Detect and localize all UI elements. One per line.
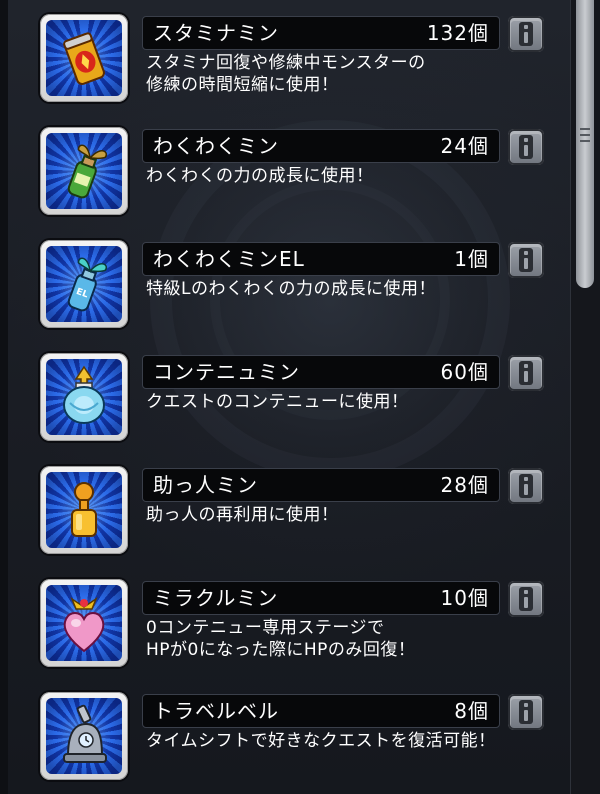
item-description: 助っ人の再利用に使用！ [146, 505, 339, 525]
item-icon-frame[interactable] [40, 466, 128, 554]
scrollbar-grip [580, 134, 590, 136]
item-name-bar: コンテニュミン 60個 [142, 355, 500, 389]
item-name-bar: わくわくミンEL 1個 [142, 242, 500, 276]
info-i-icon [519, 587, 533, 611]
item-icon-frame[interactable] [40, 579, 128, 667]
scrollbar-grip [580, 140, 590, 142]
pink-heart-bottle-icon [63, 597, 105, 653]
item-name: スタミナミン [153, 21, 279, 45]
info-button[interactable] [508, 16, 544, 52]
info-button[interactable] [508, 468, 544, 504]
item-description: タイムシフトで好きなクエストを復活可能！ [146, 731, 496, 751]
info-button[interactable] [508, 694, 544, 730]
list-item[interactable]: わくわくミン 24個 わくわくの力の成長に使用！ [0, 125, 560, 225]
item-description: 0コンテニュー専用ステージで HPが0になった際にHPのみ回復！ [146, 618, 416, 660]
item-name-bar: 助っ人ミン 28個 [142, 468, 500, 502]
info-button[interactable] [508, 581, 544, 617]
item-count: 8個 [454, 699, 489, 723]
helper-bottle-icon [71, 482, 97, 537]
item-name: トラベルベル [153, 699, 279, 723]
item-icon-frame[interactable] [40, 127, 128, 215]
list-item[interactable]: コンテニュミン 60個 クエストのコンテニューに使用！ [0, 351, 560, 451]
item-icon-frame[interactable] [40, 14, 128, 102]
scrollbar-grip [580, 128, 590, 130]
list-item[interactable]: トラベルベル 8個 タイムシフトで好きなクエストを復活可能！ [0, 690, 560, 790]
info-i-icon [519, 22, 533, 46]
item-description: スタミナ回復や修練中モンスターの 修練の時間短縮に使用！ [146, 53, 426, 95]
item-description: クエストのコンテニューに使用！ [146, 392, 409, 412]
item-name: 助っ人ミン [153, 473, 258, 497]
item-name: わくわくミンEL [153, 247, 305, 271]
item-count: 132個 [426, 21, 489, 45]
item-icon-frame[interactable] [40, 692, 128, 780]
info-button[interactable] [508, 355, 544, 391]
item-count: 24個 [440, 134, 489, 158]
item-name-bar: わくわくミン 24個 [142, 129, 500, 163]
travel-bell-icon [63, 704, 107, 763]
item-name: ミラクルミン [153, 586, 279, 610]
item-list: スタミナミン 132個 スタミナ回復や修練中モンスターの 修練の時間短縮に使用！ [0, 0, 560, 794]
list-item[interactable]: スタミナミン 132個 スタミナ回復や修練中モンスターの 修練の時間短縮に使用！ [0, 12, 560, 112]
info-i-icon [519, 474, 533, 498]
info-i-icon [519, 700, 533, 724]
list-item[interactable]: EL わくわくミンEL 1個 特級Lのわくわくの力の成長に使用！ [0, 238, 560, 338]
info-i-icon [519, 361, 533, 385]
item-name: コンテニュミン [153, 360, 300, 384]
info-i-icon [519, 248, 533, 272]
item-name-bar: トラベルベル 8個 [142, 694, 500, 728]
item-name: わくわくミン [153, 134, 279, 158]
continue-jar-icon [63, 365, 105, 424]
item-count: 1個 [454, 247, 489, 271]
scrollbar-thumb[interactable] [576, 0, 594, 288]
item-icon-frame[interactable]: EL [40, 240, 128, 328]
info-button[interactable] [508, 242, 544, 278]
item-count: 10個 [440, 586, 489, 610]
list-item[interactable]: ミラクルミン 10個 0コンテニュー専用ステージで HPが0になった際にHPのみ… [0, 577, 560, 677]
info-button[interactable] [508, 129, 544, 165]
green-sprout-bottle-icon [67, 144, 108, 199]
stamina-can-icon [63, 32, 105, 85]
info-i-icon [519, 135, 533, 159]
item-name-bar: ミラクルミン 10個 [142, 581, 500, 615]
item-description: 特級Lのわくわくの力の成長に使用！ [146, 279, 436, 299]
item-count: 60個 [440, 360, 489, 384]
blue-sprout-bottle-icon: EL [67, 257, 108, 312]
item-description: わくわくの力の成長に使用！ [146, 166, 374, 186]
list-item[interactable]: 助っ人ミン 28個 助っ人の再利用に使用！ [0, 464, 560, 564]
item-icon-frame[interactable] [40, 353, 128, 441]
item-count: 28個 [440, 473, 489, 497]
item-name-bar: スタミナミン 132個 [142, 16, 500, 50]
